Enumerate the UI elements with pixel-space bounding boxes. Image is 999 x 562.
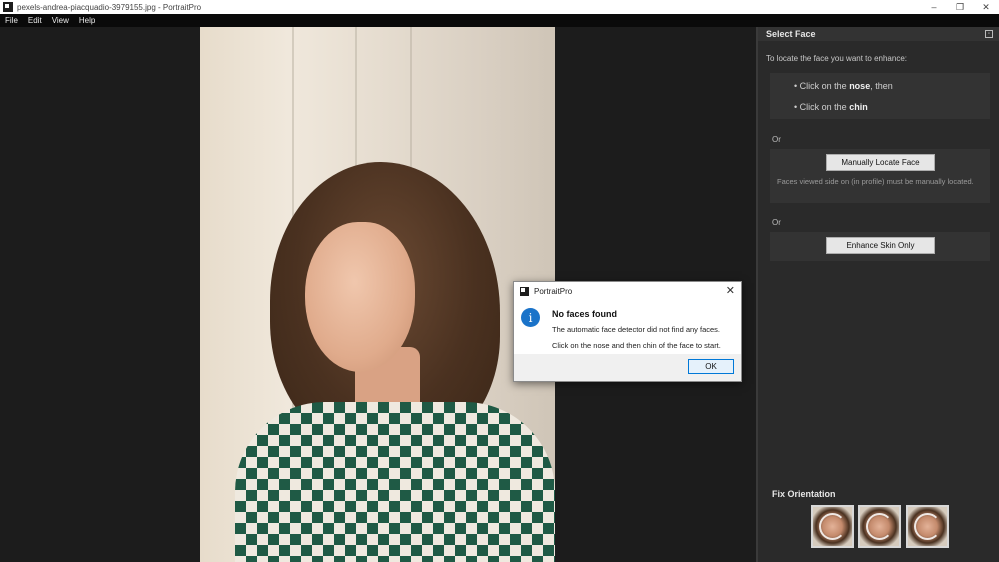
fix-orientation-label: Fix Orientation [772,489,836,499]
menu-file[interactable]: File [0,14,23,27]
step-nose: • Click on the nose, then [794,81,893,91]
window-titlebar: pexels-andrea-piacquadio-3979155.jpg - P… [0,0,999,14]
minimize-icon[interactable]: – [921,0,947,14]
info-icon: i [521,308,540,327]
rotate-right-button[interactable] [906,505,949,548]
rotate-left-button[interactable] [811,505,854,548]
rotate-180-button[interactable] [858,505,901,548]
step-chin-bold: chin [849,102,868,112]
manually-locate-face-button[interactable]: Manually Locate Face [826,154,935,171]
dialog-close-icon[interactable]: ✕ [726,284,735,297]
menu-view[interactable]: View [47,14,74,27]
select-face-panel: Select Face ▫ To locate the face you wan… [756,27,999,562]
rotate-right-icon [914,513,941,540]
menu-bar: File Edit View Help [0,14,999,27]
step-nose-post: , then [870,81,893,91]
window-controls: – ❐ ✕ [921,0,999,14]
enhance-skin-only-button[interactable]: Enhance Skin Only [826,237,935,254]
enhance-skin-box: Enhance Skin Only [770,232,990,261]
photo-face [305,222,415,372]
dialog-message-2: Click on the nose and then chin of the f… [552,341,721,350]
menu-help[interactable]: Help [74,14,100,27]
dialog-message-1: The automatic face detector did not find… [552,325,721,334]
step-nose-pre: Click on the [799,81,850,91]
step-chin-pre: Click on the [799,102,850,112]
or-label-1: Or [772,135,781,144]
rotate-left-icon [819,513,846,540]
photo-shirt [235,402,555,562]
step-nose-bold: nose [849,81,871,91]
manual-locate-box: Manually Locate Face Faces viewed side o… [770,149,990,203]
close-icon[interactable]: ✕ [973,0,999,14]
no-faces-dialog: PortraitPro ✕ i No faces found The autom… [513,281,742,382]
panel-instruction: To locate the face you want to enhance: [766,54,907,63]
menu-edit[interactable]: Edit [23,14,47,27]
dialog-titlebar: PortraitPro ✕ [514,282,741,300]
restore-icon[interactable]: ❐ [947,0,973,14]
rotate-180-icon [866,513,893,540]
click-steps-box: • Click on the nose, then • Click on the… [770,73,990,119]
dialog-heading: No faces found [552,309,618,319]
step-chin: • Click on the chin [794,102,868,112]
window-title: pexels-andrea-piacquadio-3979155.jpg - P… [17,2,202,12]
panel-header: Select Face ▫ [758,27,999,41]
app-icon [3,2,13,12]
panel-title: Select Face [766,29,816,39]
dialog-title: PortraitPro [534,286,573,296]
portrait-photo[interactable] [200,27,555,562]
profile-note: Faces viewed side on (in profile) must b… [777,177,974,186]
ok-button[interactable]: OK [688,359,734,374]
dialog-app-icon [520,286,529,296]
dialog-footer: OK [514,354,741,381]
panel-collapse-icon[interactable]: ▫ [985,30,993,38]
or-label-2: Or [772,218,781,227]
